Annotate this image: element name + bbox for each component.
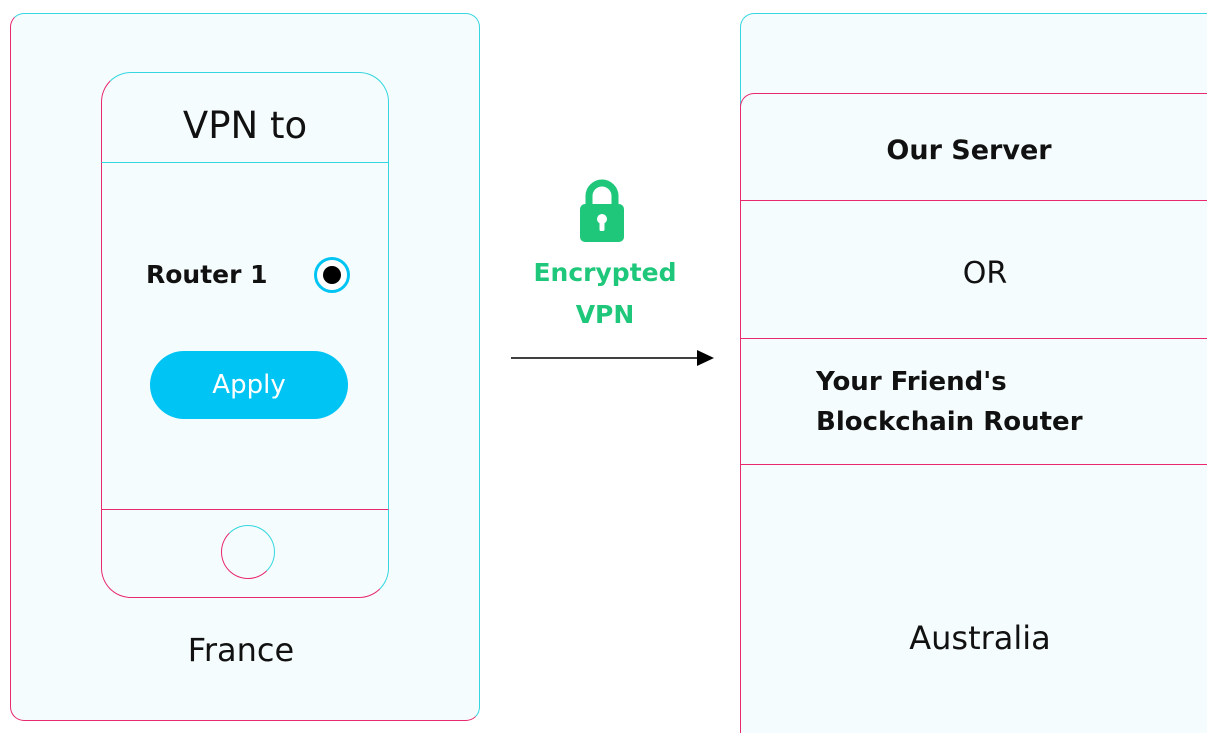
divider xyxy=(740,464,1207,465)
option-friend-line1: Your Friend's xyxy=(816,367,1007,397)
lock-icon xyxy=(577,176,627,244)
encrypted-label-line2: VPN xyxy=(575,300,635,329)
encrypted-label-line1: Encrypted xyxy=(533,258,677,287)
radio-selected-icon xyxy=(314,257,350,293)
encrypted-vpn-label: Encrypted VPN xyxy=(505,252,705,342)
apply-button[interactable]: Apply xyxy=(150,351,348,419)
phone-screen xyxy=(101,162,389,510)
destination-location-label: Australia xyxy=(909,619,1051,657)
router-radio-button[interactable] xyxy=(312,255,352,295)
source-location-label: France xyxy=(187,631,295,669)
home-button[interactable] xyxy=(221,525,275,579)
divider xyxy=(740,338,1207,339)
option-our-server: Our Server xyxy=(886,135,1052,166)
router-option-label: Router 1 xyxy=(146,260,268,289)
phone-title: VPN to xyxy=(182,104,308,147)
option-friend-router: Your Friend's Blockchain Router xyxy=(816,362,1196,446)
or-label: OR xyxy=(962,256,1008,291)
option-friend-line2: Blockchain Router xyxy=(816,407,1083,437)
arrow-right-icon xyxy=(511,348,716,368)
divider xyxy=(740,200,1207,201)
